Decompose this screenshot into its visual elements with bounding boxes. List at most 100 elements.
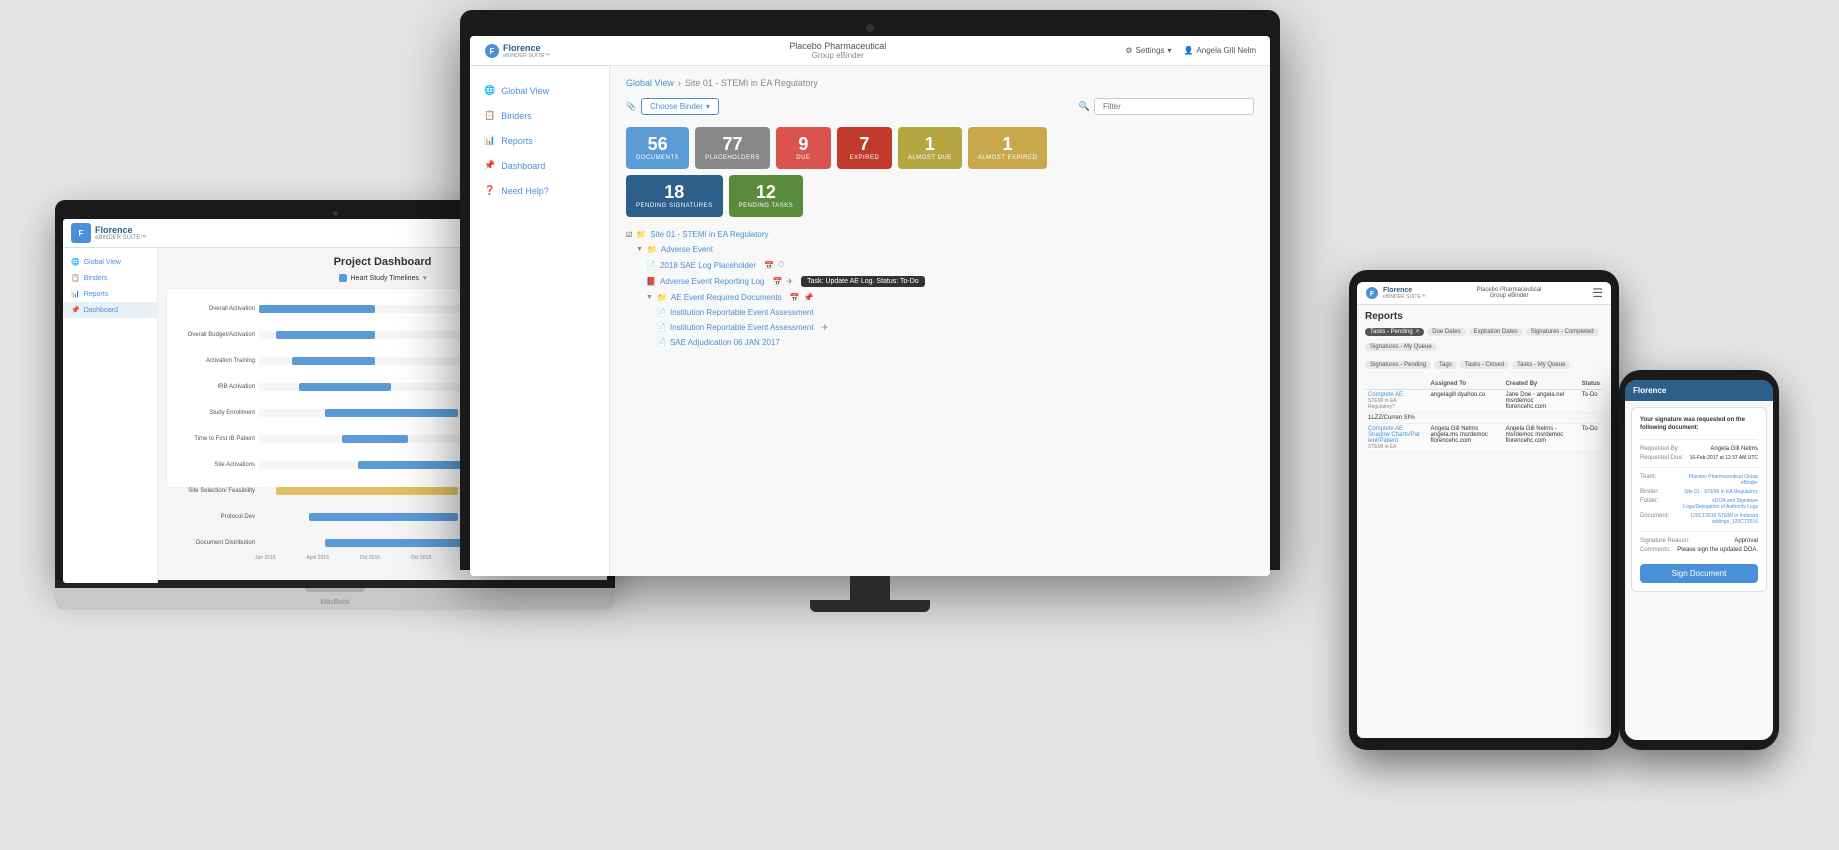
sidebar-item-needhelp[interactable]: ❓ Need Help?: [470, 178, 609, 203]
desktop-main: 🌐 Global View 📋 Binders 📊 Reports: [470, 66, 1270, 576]
x-label-0: Jan 2016: [255, 555, 276, 561]
laptop-nav-globalview[interactable]: 🌐 Global View: [63, 254, 157, 270]
laptop-notch: [305, 588, 365, 592]
expand-icon[interactable]: ▼: [636, 246, 643, 253]
breadcrumb-global[interactable]: Global View: [626, 78, 674, 88]
stat-almost-due[interactable]: 1 ALMOST DUE: [898, 127, 962, 169]
phone-comments-row: Comments: Please sign the updated DOA.: [1640, 547, 1758, 553]
tree-institution-2: 📄 Institution Reportable Event Assessmen…: [626, 320, 1254, 335]
filter-tasks-closed-label: Tasks - Closed: [1465, 362, 1504, 368]
filter-input[interactable]: [1094, 98, 1254, 115]
gantt-bar-5: [342, 435, 408, 443]
phone-comments-value: Please sign the updated DOA.: [1677, 547, 1758, 553]
gantt-bar-6: [358, 461, 474, 469]
tree-root-label: Site 01 - STEMI in EA Regulatory: [650, 230, 768, 239]
phone-document-value: 120CT2016 STEMI in Indurant settings_120…: [1678, 513, 1758, 525]
table-row-0: Complete AE STEMI in EA Regulatory? ange…: [1365, 390, 1603, 413]
filter-tasks-myqueue-label: Tasks - My Queue: [1517, 362, 1565, 368]
reports-table: Assigned To Created By Status Complete A…: [1365, 379, 1603, 453]
settings-menu[interactable]: ⚙ Settings ▾: [1125, 46, 1171, 55]
stat-due[interactable]: 9 DUE: [776, 127, 831, 169]
tree-institution-1-label: Institution Reportable Event Assessment: [670, 308, 814, 317]
scene: F Florence eBINDER SUITE™ Placebo Pharma…: [0, 0, 1839, 850]
sidebar-binders-label: Binders: [501, 111, 532, 121]
file-tree: ☑ 📁 Site 01 - STEMI in EA Regulatory ▼ 📁…: [626, 227, 1254, 350]
phone-signature-card: Your signature was requested on the foll…: [1631, 407, 1767, 592]
cell-created-2: Angela Gill Nelms - msrdemoc msrdemoc fl…: [1503, 424, 1579, 453]
tablet-body: Reports Tasks - Pending × Due Dates Expi…: [1357, 305, 1611, 738]
folder-red-icon: 📁: [657, 293, 667, 302]
username: Angela Gill Nelm: [1196, 46, 1256, 55]
topbar-center: Placebo Pharmaceutical Group eBinder: [789, 41, 886, 60]
stat-documents[interactable]: 56 DOCUMENTS: [626, 127, 689, 169]
stat-almost-expired[interactable]: 1 ALMOST EXPIRED: [968, 127, 1048, 169]
laptop-nav-reports[interactable]: 📊 Reports: [63, 286, 157, 302]
phone-sig-reason-label: Signature Reason:: [1640, 538, 1690, 544]
expand-icon-2[interactable]: ▼: [646, 294, 653, 301]
tablet-logo: F Florence eBINDER SUITE™: [1365, 286, 1426, 300]
phone-frame: Florence Your signature was requested on…: [1619, 370, 1779, 750]
phone-requested-by-label: Requested By:: [1640, 446, 1679, 452]
stat-expired[interactable]: 7 EXPIRED: [837, 127, 892, 169]
folder-icon: 📁: [647, 245, 657, 254]
reports-icon: 📊: [484, 135, 495, 146]
laptop-nav-dashboard[interactable]: 📌 Dashboard: [63, 302, 157, 318]
laptop-nav-binders[interactable]: 📋 Binders: [63, 270, 157, 286]
filter-right: 🔍: [1079, 98, 1254, 115]
laptop-nav-reports-label: Reports: [84, 291, 109, 298]
stat-expired-number: 7: [847, 135, 882, 153]
stat-placeholders[interactable]: 77 PLACEHOLDERS: [695, 127, 770, 169]
stat-documents-label: DOCUMENTS: [636, 155, 679, 161]
tree-root: ☑ 📁 Site 01 - STEMI in EA Regulatory: [626, 227, 1254, 242]
binders-icon: 📋: [484, 110, 495, 121]
user-menu[interactable]: 👤 Angela Gill Nelm: [1183, 46, 1256, 55]
choose-binder-button[interactable]: Choose Binder ▾: [641, 98, 719, 115]
filter-tasks-pending[interactable]: Tasks - Pending ×: [1365, 328, 1424, 336]
tree-ae-log: 📕 Adverse Event Reporting Log 📅 ✈ Task: …: [626, 273, 1254, 290]
stat-pending-tasks-number: 12: [739, 183, 794, 201]
task-section-2[interactable]: Complete AE Shadow Charts/Pat ient/Patie…: [1368, 426, 1425, 444]
sign-document-button[interactable]: Sign Document: [1640, 564, 1758, 583]
desktop-topbar: F Florence eBINDER SUITE™ Placebo Pharma…: [470, 36, 1270, 66]
filter-due-dates[interactable]: Due Dates: [1427, 328, 1465, 336]
filter-sigs-completed[interactable]: Signatures - Completed: [1526, 328, 1599, 336]
tablet-suite: eBINDER SUITE™: [1383, 294, 1426, 300]
phone-folder-row: Folder: eDOA and Signature Logs/Delegati…: [1640, 498, 1758, 510]
stat-pending-sigs[interactable]: 18 PENDING SIGNATURES: [626, 175, 723, 217]
filter-sigs-myqueue[interactable]: Signatures - My Queue: [1365, 343, 1437, 351]
table-header-row: Assigned To Created By Status: [1365, 379, 1603, 390]
phone-app: Florence Your signature was requested on…: [1625, 380, 1773, 740]
laptop-nav-globalview-label: Global View: [84, 259, 121, 266]
sidebar-item-binders[interactable]: 📋 Binders: [470, 103, 609, 128]
stat-pending-tasks[interactable]: 12 PENDING TASKS: [729, 175, 804, 217]
cell-assigned-0: angelagill dyahoo.co: [1428, 390, 1503, 413]
filter-tags[interactable]: Tags: [1434, 361, 1457, 369]
stat-placeholders-label: PLACEHOLDERS: [705, 155, 760, 161]
filter-sigs-pending[interactable]: Signatures - Pending: [1365, 361, 1431, 369]
sidebar-item-globalview[interactable]: 🌐 Global View: [470, 78, 609, 103]
stat-almost-due-number: 1: [908, 135, 952, 153]
laptop-logo: F Florence eBINDER SUITE™: [71, 223, 146, 243]
book-icon: 📋: [71, 274, 80, 282]
filter-close-icon[interactable]: ×: [1416, 329, 1420, 335]
tree-sae-log: 📄 2018 SAE Log Placeholder 📅 ⏱: [626, 257, 1254, 273]
stats-row-1: 56 DOCUMENTS 77 PLACEHOLDERS 9 DUE: [626, 127, 1254, 169]
search-icon: 🔍: [1079, 101, 1090, 112]
chevron-down-icon[interactable]: ▾: [423, 274, 427, 282]
checkbox-icon[interactable]: ☑: [626, 231, 632, 239]
binder-icon-small: 📎: [626, 102, 636, 111]
phone-header: Florence: [1625, 380, 1773, 401]
gear-icon: ⚙: [1125, 46, 1132, 55]
sidebar-item-reports[interactable]: 📊 Reports: [470, 128, 609, 153]
tree-sae-adj-label: SAE Adjudication 06 JAN 2017: [670, 338, 780, 347]
hamburger-icon[interactable]: ☰: [1592, 286, 1603, 300]
tree-ae-log-label: Adverse Event Reporting Log: [660, 277, 765, 286]
filter-expiration-dates[interactable]: Expiration Dates: [1469, 328, 1523, 336]
filter-tasks-closed[interactable]: Tasks - Closed: [1460, 361, 1509, 369]
cell-task-2: Complete AE Shadow Charts/Pat ient/Patie…: [1365, 424, 1428, 453]
col-assigned: Assigned To: [1428, 379, 1503, 390]
stat-pending-tasks-label: PENDING TASKS: [739, 203, 794, 209]
sidebar-item-dashboard[interactable]: 📌 Dashboard: [470, 153, 609, 178]
filter-tasks-myqueue[interactable]: Tasks - My Queue: [1512, 361, 1570, 369]
phone-screen: Florence Your signature was requested on…: [1625, 380, 1773, 740]
